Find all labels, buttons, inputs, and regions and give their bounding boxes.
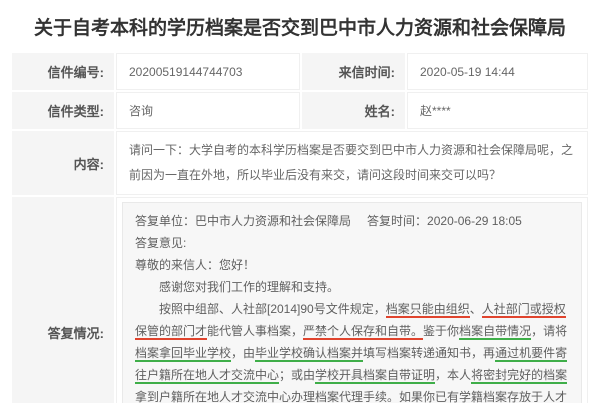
field-label-content: 内容: (12, 131, 114, 195)
table-row-type-name: 信件类型: 咨询 姓名: 赵**** (12, 92, 588, 129)
field-value-content: 请问一下：大学自考的本科学历档案是否要交到巴中市人力资源和社会保障局呢，之前因为… (116, 131, 588, 195)
reply-text: ，本人 (435, 368, 472, 382)
reply-unit-value: 巴中市人力资源和社会保障局 (195, 214, 352, 228)
annotated-text-green: 毕业学校确认档案并 (255, 346, 364, 362)
reply-thanks-line: 感谢您对我们工作的理解和支持。 (159, 280, 340, 294)
field-value-letter-type: 咨询 (116, 92, 300, 129)
reply-box: 答复单位：巴中市人力资源和社会保障局 答复时间：2020-06-29 18:05 … (122, 202, 582, 403)
reply-text: 填写档案转递通知书，再 (363, 346, 496, 360)
table-row-reply: 答复情况: 答复单位：巴中市人力资源和社会保障局 答复时间：2020-06-29 … (12, 197, 588, 403)
reply-text: 按照中组部、人社部[2014]90号文件规定， (159, 302, 386, 316)
field-label-letter-number: 信件编号: (12, 53, 114, 90)
field-value-name: 赵**** (407, 92, 588, 129)
annotated-text-green: 档案自带情况 (459, 324, 532, 340)
reply-opinion-label: 答复意见: (135, 236, 187, 250)
page-title: 关于自考本科的学历档案是否交到巴中市人力资源和社会保障局 (33, 18, 566, 39)
reply-text: ；或由 (279, 368, 316, 382)
reply-text: ，请将 (531, 324, 568, 338)
field-value-reply: 答复单位：巴中市人力资源和社会保障局 答复时间：2020-06-29 18:05 … (116, 197, 588, 403)
reply-meta-line: 答复单位：巴中市人力资源和社会保障局 答复时间：2020-06-29 18:05 (135, 210, 569, 232)
reply-salutation: 尊敬的来信人：您好！ (135, 258, 256, 272)
annotated-text-green: 档案拿回毕业学校 (135, 346, 232, 362)
letter-detail-table: 信件编号: 20200519144744703 来信时间: 2020-05-19… (10, 51, 590, 403)
reply-text: ，由 (231, 346, 256, 360)
reply-unit-label: 答复单位： (135, 214, 196, 228)
reply-paragraph: 按照中组部、人社部[2014]90号文件规定，档案只能由组织、人社部门或授权保管… (135, 298, 569, 403)
field-label-letter-type: 信件类型: (12, 92, 114, 129)
field-label-reply: 答复情况: (12, 197, 114, 403)
table-row-number-time: 信件编号: 20200519144744703 来信时间: 2020-05-19… (12, 53, 588, 90)
letter-detail-page: 关于自考本科的学历档案是否交到巴中市人力资源和社会保障局 信件编号: 20200… (0, 16, 600, 403)
reply-text: 鉴于你 (423, 324, 460, 338)
reply-time-label: 答复时间： (367, 214, 428, 228)
reply-time-value: 2020-06-29 18:05 (427, 214, 522, 228)
annotated-text-red: 档案只能由组织 (385, 302, 470, 318)
field-label-name: 姓名: (302, 92, 405, 129)
field-value-letter-time: 2020-05-19 14:44 (407, 53, 588, 90)
table-row-content: 内容: 请问一下：大学自考的本科学历档案是否要交到巴中市人力资源和社会保障局呢，… (12, 131, 588, 195)
annotated-text-green: 学校开具档案自带证明 (315, 368, 436, 384)
field-label-letter-time: 来信时间: (302, 53, 405, 90)
reply-text: 能代管人事档案， (207, 324, 304, 338)
reply-text: 、 (469, 302, 482, 316)
field-value-letter-number: 20200519144744703 (116, 53, 300, 90)
annotated-text-red: 严禁个人保存和自带。 (303, 324, 424, 340)
